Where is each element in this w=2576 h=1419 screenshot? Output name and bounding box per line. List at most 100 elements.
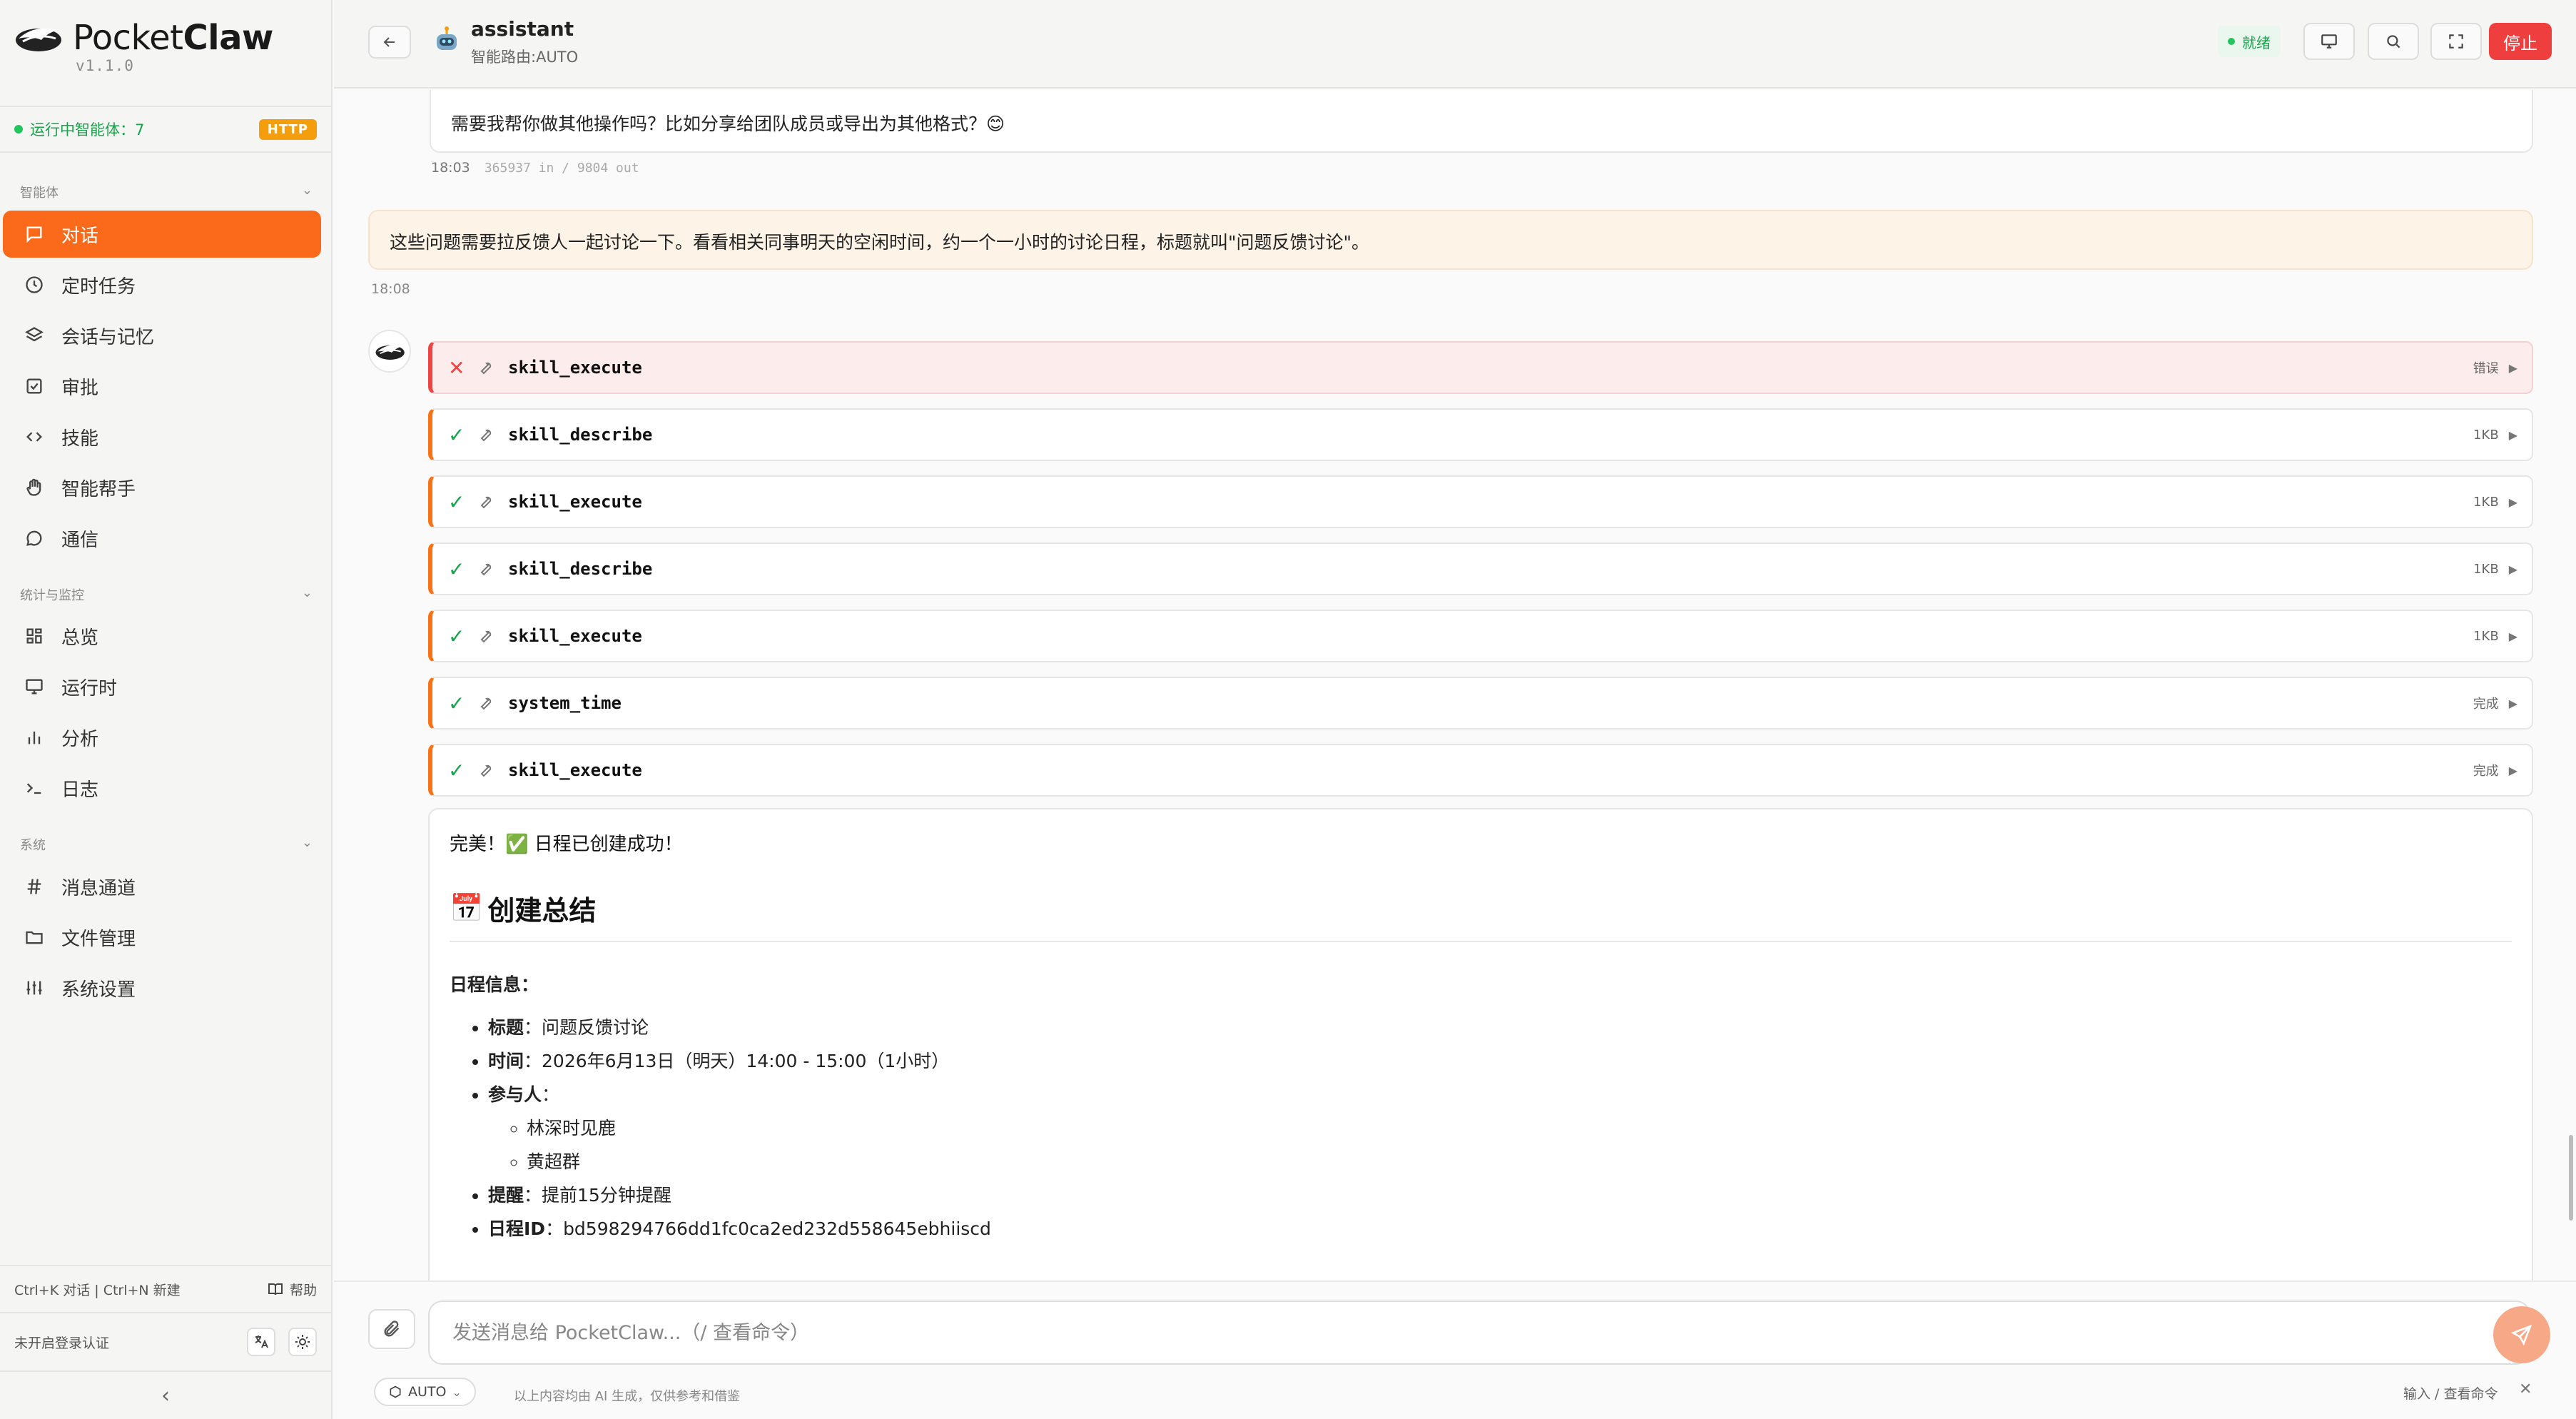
brand-name: PocketClaw: [73, 18, 273, 58]
search-icon: [2387, 35, 2400, 49]
fullscreen-button[interactable]: [2430, 23, 2482, 60]
sidebar-item-sessions-memory[interactable]: 会话与记忆: [3, 312, 321, 359]
wrench-icon: [477, 560, 498, 577]
tool-call-row[interactable]: ✓ skill_describe 1KB ▶: [428, 408, 2533, 461]
arrow-left-icon: [383, 37, 395, 47]
tool-result-meta: 1KB: [2473, 561, 2499, 577]
chat-icon: [23, 223, 46, 246]
screen-view-button[interactable]: [2303, 23, 2355, 60]
sidebar-item-overview[interactable]: 总览: [3, 612, 321, 660]
wrench-icon: [477, 627, 498, 645]
sidebar-item-label: 文件管理: [61, 928, 136, 950]
tool-name: skill_describe: [508, 425, 653, 445]
section-title: 系统: [20, 838, 46, 853]
layers-icon: [23, 324, 46, 347]
running-agents-row: 运行中智能体：7 HTTP: [0, 106, 331, 153]
list-item: 时间：2026年6月13日（明天）14:00 - 15:00（1小时）: [488, 1044, 2512, 1078]
search-button[interactable]: [2368, 23, 2419, 60]
routing-mode-select[interactable]: AUTO ⌄: [374, 1378, 476, 1406]
list-item: 标题：问题反馈讨论: [488, 1011, 2512, 1044]
chevron-left-icon: ‹: [161, 1383, 170, 1408]
chat-scrollbar[interactable]: [2569, 1135, 2573, 1221]
sidebar-item-runtime[interactable]: 运行时: [3, 663, 321, 710]
terminal-icon: [23, 777, 46, 799]
wrench-icon: [477, 426, 498, 443]
brand[interactable]: PocketClaw: [13, 13, 273, 63]
sidebar-item-approvals[interactable]: 审批: [3, 363, 321, 410]
section-monitoring-header[interactable]: 统计与监控 ⌄: [20, 585, 313, 604]
close-hint-button[interactable]: ✕: [2519, 1380, 2532, 1398]
tool-name: skill_execute: [508, 358, 642, 378]
sidebar-item-label: 分析: [61, 728, 99, 750]
wrench-icon: [477, 359, 498, 376]
claw-logo-icon: [375, 345, 405, 360]
play-arrow-icon: ▶: [2508, 428, 2517, 442]
assistant-avatar: [368, 330, 411, 373]
tool-result-meta: 完成: [2473, 764, 2499, 779]
sidebar-item-scheduled-tasks[interactable]: 定时任务: [3, 261, 321, 308]
help-link[interactable]: 帮助: [267, 1280, 317, 1299]
sidebar-item-logs[interactable]: 日志: [3, 764, 321, 812]
language-toggle-button[interactable]: [247, 1328, 275, 1356]
clock-icon: [23, 273, 46, 296]
sidebar-item-chat[interactable]: 对话: [3, 211, 321, 258]
sidebar-item-file-manager[interactable]: 文件管理: [3, 914, 321, 961]
attach-button[interactable]: [368, 1309, 415, 1349]
chat-header: assistant 智能路由:AUTO 就绪 停止: [334, 0, 2576, 89]
stop-button[interactable]: 停止: [2489, 23, 2552, 60]
sidebar-collapse-button[interactable]: ‹: [0, 1370, 331, 1419]
tool-call-row[interactable]: ✓ system_time 完成 ▶: [428, 677, 2533, 729]
message-input[interactable]: [428, 1301, 2530, 1365]
message-time: 18:03: [431, 160, 470, 176]
result-intro: 完美！✅ 日程已创建成功！: [450, 834, 683, 855]
list-item: 提醒：提前15分钟提醒: [488, 1178, 2512, 1212]
sidebar-item-label: 日志: [61, 779, 99, 801]
sidebar-item-communication[interactable]: 通信: [3, 515, 321, 562]
sidebar-item-label: 通信: [61, 529, 99, 551]
tool-name: skill_execute: [508, 626, 642, 646]
sidebar-item-smart-helper[interactable]: 智能帮手: [3, 464, 321, 511]
tool-call-row[interactable]: ✓ skill_execute 完成 ▶: [428, 744, 2533, 797]
tool-call-row[interactable]: ✓ skill_execute 1KB ▶: [428, 610, 2533, 662]
section-agents-header[interactable]: 智能体 ⌄: [20, 183, 313, 201]
wrench-icon: [477, 762, 498, 779]
sidebar-item-system-settings[interactable]: 系统设置: [3, 964, 321, 1011]
play-arrow-icon: ▶: [2508, 360, 2517, 375]
sidebar-item-analytics[interactable]: 分析: [3, 714, 321, 761]
message-time: 18:08: [371, 281, 410, 297]
check-icon: ✓: [448, 624, 465, 648]
send-button[interactable]: [2493, 1306, 2550, 1363]
sidebar-item-message-channels[interactable]: 消息通道: [3, 863, 321, 910]
check-icon: ✓: [448, 423, 465, 447]
tool-result-meta: 1KB: [2473, 628, 2499, 644]
section-title: 智能体: [20, 186, 59, 201]
sun-icon: [295, 1335, 310, 1349]
status-dot-icon: [2228, 38, 2235, 45]
section-title: 统计与监控: [20, 588, 84, 603]
monitor-icon: [23, 675, 46, 698]
token-usage: 365937 in / 9804 out: [484, 161, 639, 176]
error-x-icon: ✕: [448, 355, 465, 380]
message-meta: 18:03 365937 in / 9804 out: [431, 160, 639, 176]
tool-call-row[interactable]: ✕ skill_execute 错误 ▶: [428, 341, 2533, 394]
message-circle-icon: [23, 527, 46, 550]
check-icon: ✓: [448, 758, 465, 782]
tool-call-row[interactable]: ✓ skill_describe 1KB ▶: [428, 542, 2533, 595]
sidebar-item-label: 会话与记忆: [61, 326, 155, 348]
tool-call-row[interactable]: ✓ skill_execute 1KB ▶: [428, 475, 2533, 528]
help-label: 帮助: [289, 1282, 317, 1298]
auth-status: 未开启登录认证: [14, 1335, 110, 1351]
play-arrow-icon: ▶: [2508, 495, 2517, 509]
list-item: 参与人： 林深时见鹿 黄超群: [488, 1078, 2512, 1178]
translate-icon: [255, 1335, 268, 1348]
sidebar-item-label: 总览: [61, 627, 99, 649]
sidebar-item-label: 系统设置: [61, 979, 136, 1001]
sidebar-item-skills[interactable]: 技能: [3, 413, 321, 460]
chevron-down-icon: ⌄: [301, 585, 313, 600]
back-button[interactable]: [368, 26, 411, 59]
chat-messages[interactable]: 需要我帮你做其他操作吗？比如分享给团队成员或导出为其他格式？😊 18:03 36…: [334, 90, 2576, 1281]
bar-chart-icon: [23, 726, 46, 749]
theme-toggle-button[interactable]: [288, 1328, 317, 1356]
chevron-down-icon: ⌄: [452, 1385, 462, 1399]
section-system-header[interactable]: 系统 ⌄: [20, 835, 313, 854]
